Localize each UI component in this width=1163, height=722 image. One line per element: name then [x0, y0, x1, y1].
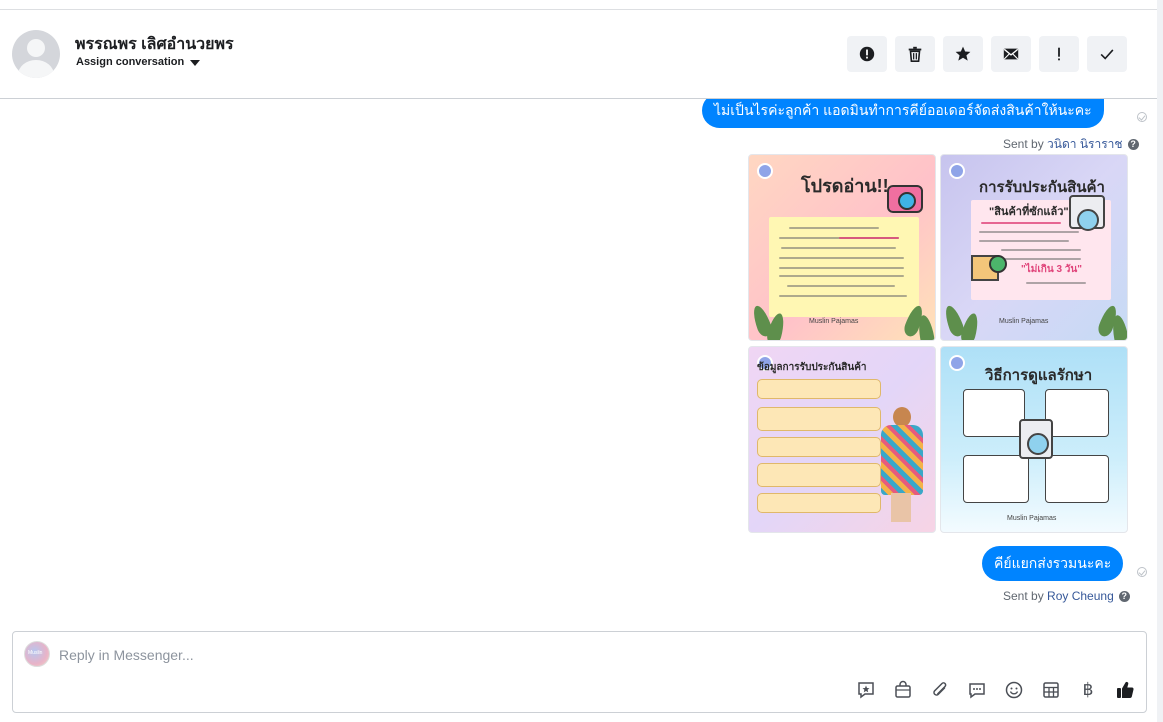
- message-text: คีย์แยกส่งรวมนะคะ: [994, 554, 1112, 571]
- composer-tools: ฿: [855, 679, 1136, 701]
- sent-by-label: Sent by Roy Cheung?: [1003, 589, 1130, 603]
- like-button[interactable]: [1114, 679, 1136, 701]
- attachment-image-1[interactable]: โปรดอ่าน!! Muslin Pajamas: [748, 154, 936, 341]
- mark-unread-button[interactable]: [991, 36, 1031, 72]
- brand-logo-icon: [757, 163, 773, 179]
- seen-check-icon: [1137, 112, 1147, 122]
- caret-down-icon: [190, 59, 201, 66]
- camera-icon: [887, 185, 923, 213]
- brand-label: Muslin Pajamas: [999, 318, 1049, 325]
- exclamation-icon: [1058, 47, 1060, 61]
- appointment-button[interactable]: [1040, 679, 1062, 701]
- emoji-icon: [1005, 681, 1023, 699]
- brand-logo-icon: [949, 163, 965, 179]
- check-icon: [1100, 49, 1114, 60]
- image-title: วิธีการดูแลรักษา: [985, 367, 1093, 384]
- star-button[interactable]: [943, 36, 983, 72]
- image-subtitle: "สินค้าที่ซักแล้ว": [989, 206, 1069, 218]
- shop-button[interactable]: [892, 679, 914, 701]
- delete-button[interactable]: [895, 36, 935, 72]
- payment-button[interactable]: ฿: [1077, 679, 1099, 701]
- shop-bag-icon: [895, 680, 911, 698]
- brand-label: Muslin Pajamas: [1007, 515, 1057, 522]
- quick-reply-button[interactable]: [966, 679, 988, 701]
- exclamation-circle-icon: [859, 46, 875, 62]
- baht-icon: ฿: [1082, 680, 1094, 700]
- mark-done-button[interactable]: [1087, 36, 1127, 72]
- sender-link[interactable]: วนิดา นิราราช: [1047, 137, 1123, 151]
- seen-check-icon: [1137, 567, 1147, 577]
- contact-avatar[interactable]: [12, 30, 60, 78]
- brand-label: Muslin Pajamas: [809, 318, 859, 325]
- conversation-header: พรรณพร เลิศอำนวยพร Assign conversation: [0, 11, 1157, 99]
- image-highlight: "ไม่เกิน 3 วัน": [1021, 264, 1082, 275]
- star-icon: [955, 46, 971, 61]
- check-circle-icon: [989, 255, 1007, 273]
- sent-by-label: Sent by วนิดา นิราราช?: [1003, 135, 1139, 154]
- saved-reply-icon: [858, 682, 874, 699]
- image-title: ข้อมูลการรับประกันสินค้า: [757, 362, 867, 373]
- image-title: โปรดอ่าน!!: [801, 176, 889, 196]
- attach-button[interactable]: [929, 679, 951, 701]
- top-border: [0, 0, 1163, 10]
- contact-name[interactable]: พรรณพร เลิศอำนวยพร: [75, 32, 234, 57]
- paperclip-icon: [933, 682, 947, 696]
- header-actions: [847, 36, 1127, 72]
- sent-by-prefix: Sent by: [1003, 589, 1044, 603]
- emoji-button[interactable]: [1003, 679, 1025, 701]
- assign-conversation-dropdown[interactable]: Assign conversation: [76, 56, 201, 68]
- scrollbar[interactable]: [1157, 0, 1163, 722]
- washing-machine-icon: [1019, 419, 1053, 459]
- message-text: ไม่เป็นไรค่ะลูกค้า แอดมินทำการคีย์ออเดอร…: [714, 101, 1092, 118]
- model-image: [879, 407, 925, 522]
- mark-spam-button[interactable]: [847, 36, 887, 72]
- reply-input[interactable]: [59, 645, 759, 665]
- message-bubble[interactable]: ไม่เป็นไรค่ะลูกค้า แอดมินทำการคีย์ออเดอร…: [702, 99, 1104, 128]
- reply-composer: Muslin ฿: [12, 631, 1147, 713]
- thumbs-up-icon: [1117, 681, 1134, 699]
- attachment-image-3[interactable]: ข้อมูลการรับประกันสินค้า: [748, 346, 936, 533]
- chat-bubble-icon: [969, 683, 985, 699]
- conversation-thread: ไม่เป็นไรค่ะลูกค้า แอดมินทำการคีย์ออเดอร…: [0, 99, 1157, 624]
- attachment-image-4[interactable]: วิธีการดูแลรักษา Muslin Pajamas: [940, 346, 1128, 533]
- help-icon[interactable]: ?: [1127, 139, 1139, 150]
- envelope-icon: [1003, 48, 1019, 60]
- sender-link[interactable]: Roy Cheung: [1047, 589, 1114, 603]
- page-avatar: Muslin: [24, 641, 50, 667]
- page-avatar-text: Muslin: [28, 650, 43, 656]
- follow-up-button[interactable]: [1039, 36, 1079, 72]
- message-bubble[interactable]: คีย์แยกส่งรวมนะคะ: [982, 546, 1124, 581]
- sent-by-prefix: Sent by: [1003, 137, 1044, 151]
- assign-conversation-label: Assign conversation: [76, 56, 185, 68]
- washing-machine-icon: [1069, 195, 1105, 231]
- saved-reply-button[interactable]: [855, 679, 877, 701]
- trash-icon: [908, 46, 922, 63]
- help-icon[interactable]: ?: [1118, 591, 1130, 602]
- attachment-image-2[interactable]: การรับประกันสินค้า "สินค้าที่ซักแล้ว" "ไ…: [940, 154, 1128, 341]
- table-icon: [1043, 682, 1059, 698]
- brand-logo-icon: [949, 355, 965, 371]
- note-card: [769, 217, 919, 317]
